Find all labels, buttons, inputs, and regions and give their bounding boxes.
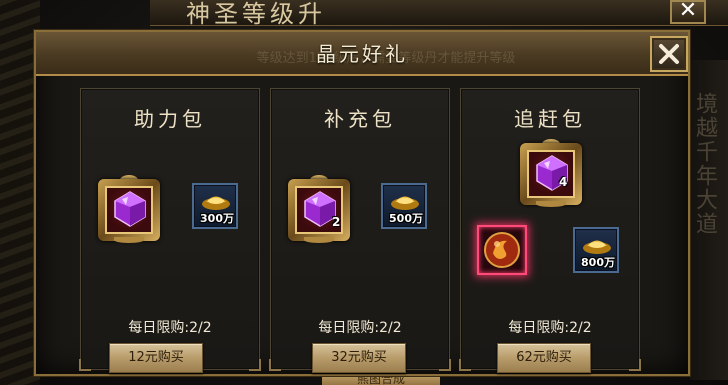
buy-button[interactable]: 32元购买 <box>312 343 406 373</box>
buy-button[interactable]: 62元购买 <box>497 343 591 373</box>
daily-limit-text: 每日限购:2/2 <box>508 320 592 336</box>
gem-quantity: 2 <box>332 215 341 229</box>
background-close-button[interactable]: ✕ <box>670 0 706 24</box>
gem-item-slot[interactable]: 2 <box>288 175 350 243</box>
pack-panel-supplement: 补充包 2 500万 每日限购:2/2 32元购买 <box>269 88 451 373</box>
pack-title: 助力包 <box>134 107 206 131</box>
gold-ingot-icon <box>202 196 230 210</box>
gold-ingot-icon <box>391 196 419 210</box>
dialog-close-button[interactable] <box>650 36 688 72</box>
pack-title: 追赶包 <box>514 107 586 131</box>
gold-item-slot[interactable]: 500万 <box>381 183 427 229</box>
gem-quantity: 4 <box>559 175 568 189</box>
gem-item-slot[interactable] <box>98 175 160 243</box>
gold-item-slot[interactable]: 800万 <box>573 227 619 273</box>
close-x-icon <box>659 44 679 64</box>
fire-orb-item-slot[interactable] <box>477 225 527 275</box>
daily-limit-text: 每日限购:2/2 <box>128 320 212 336</box>
right-vertical-text: 境越千年大道 <box>692 92 717 236</box>
pack-panel-catchup: 追赶包 4 800万 每日限购:2/2 62元购买 <box>459 88 641 373</box>
purple-gem-icon <box>114 191 146 227</box>
gem-item-slot[interactable]: 4 <box>520 139 582 207</box>
buy-button[interactable]: 12元购买 <box>109 343 203 373</box>
gold-amount: 300万 <box>200 212 234 225</box>
gold-amount: 500万 <box>389 212 423 225</box>
gold-ingot-icon <box>583 240 611 254</box>
pack-panel-assist: 助力包 300万 每日限购:2/2 12元购买 <box>79 88 261 373</box>
fire-orb-icon <box>484 232 520 268</box>
gold-amount: 800万 <box>581 256 615 269</box>
background-window-title: 神圣等级升 <box>186 0 326 28</box>
daily-limit-text: 每日限购:2/2 <box>318 320 402 336</box>
dialog-header: 等级达到120级后，需要等级丹才能提升等级 晶元好礼 <box>36 32 688 76</box>
gold-item-slot[interactable]: 300万 <box>192 183 238 229</box>
dialog-title: 晶元好礼 <box>316 42 408 66</box>
gift-dialog: 等级达到120级后，需要等级丹才能提升等级 晶元好礼 助力包 300万 每日限购… <box>34 30 690 376</box>
pack-title: 补充包 <box>324 107 396 131</box>
